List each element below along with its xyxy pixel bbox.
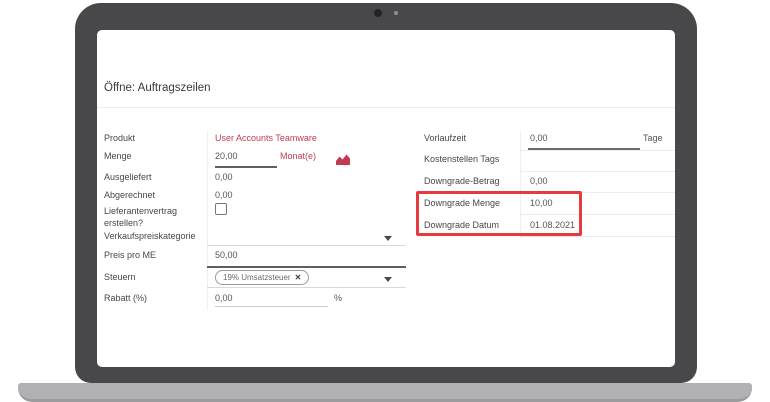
produkt-link[interactable]: User Accounts Teamware	[215, 133, 317, 143]
vorlaufzeit-suffix: Tage	[643, 133, 663, 143]
area-chart-icon[interactable]	[336, 152, 350, 170]
preis-pro-me-input[interactable]: 50,00	[215, 250, 238, 260]
webcam-led-icon	[394, 11, 398, 15]
steuern-label: Steuern	[104, 272, 136, 282]
menge-label: Menge	[104, 151, 132, 161]
tag-remove-icon[interactable]: ✕	[295, 273, 302, 282]
row-separator	[520, 171, 675, 172]
steuern-tag[interactable]: 19% Umsatzsteuer ✕	[215, 270, 309, 285]
webcam-icon	[374, 9, 382, 17]
rabatt-input[interactable]: 0,00	[215, 293, 233, 303]
dialog-title: Öffne: Auftragszeilen	[104, 82, 211, 94]
chevron-down-icon[interactable]	[384, 277, 392, 282]
rabatt-suffix: %	[334, 293, 342, 303]
vorlaufzeit-input[interactable]: 0,00	[530, 133, 548, 143]
row-separator	[520, 236, 675, 237]
lieferantenvertrag-label: Lieferantenvertrag erstellen?	[104, 205, 210, 229]
chevron-down-icon[interactable]	[384, 236, 392, 241]
laptop-base	[18, 383, 752, 402]
rabatt-label: Rabatt (%)	[104, 293, 147, 303]
steuern-underline	[207, 287, 406, 288]
kostenstellen-tags-label: Kostenstellen Tags	[424, 154, 499, 164]
ausgeliefert-value: 0,00	[215, 172, 233, 182]
abgerechnet-label: Abgerechnet	[104, 190, 155, 200]
laptop-screen	[97, 30, 675, 367]
preis-pro-me-label: Preis pro ME	[104, 250, 156, 260]
produkt-label: Produkt	[104, 133, 135, 143]
vorlaufzeit-label: Vorlaufzeit	[424, 133, 466, 143]
menge-unit-link[interactable]: Monat(e)	[280, 151, 316, 161]
abgerechnet-value: 0,00	[215, 190, 233, 200]
page: Öffne: Auftragszeilen Produkt User Accou…	[0, 0, 770, 402]
preis-pro-me-underline	[207, 266, 406, 268]
downgrade-betrag-label: Downgrade-Betrag	[424, 176, 500, 186]
rabatt-underline	[215, 306, 328, 307]
verkaufspreiskategorie-underline	[207, 245, 406, 246]
row-separator	[520, 150, 675, 151]
menge-input-underline	[215, 166, 277, 168]
menge-input[interactable]: 20,00	[215, 151, 238, 161]
ausgeliefert-label: Ausgeliefert	[104, 172, 152, 182]
verkaufspreiskategorie-label: Verkaufspreiskategorie	[104, 231, 196, 241]
downgrade-betrag-input[interactable]: 0,00	[530, 176, 548, 186]
highlight-box	[416, 191, 582, 236]
header-divider	[97, 107, 675, 108]
steuern-tag-text: 19% Umsatzsteuer	[223, 273, 291, 282]
lieferantenvertrag-checkbox[interactable]	[215, 203, 227, 215]
